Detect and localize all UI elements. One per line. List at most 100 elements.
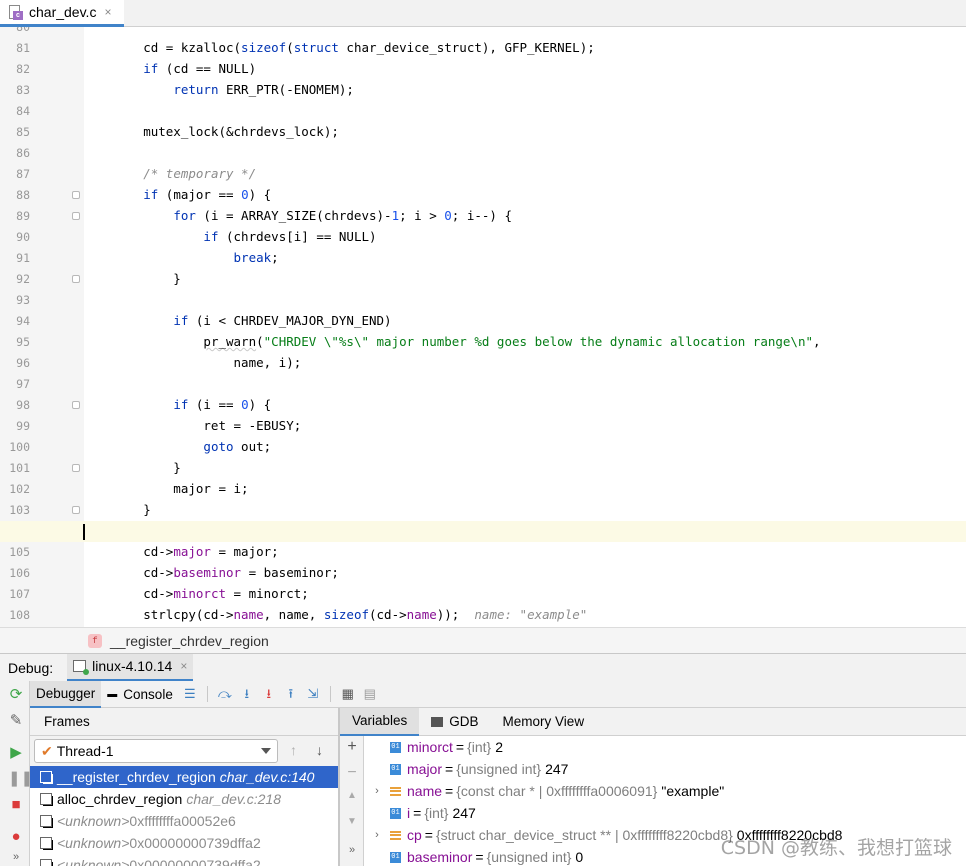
fold-marker-icon[interactable] — [72, 212, 80, 220]
pause-icon[interactable]: ❚❚ — [8, 771, 33, 787]
arrow-down-icon[interactable]: ↓ — [316, 742, 323, 758]
line-number[interactable]: 89 — [0, 209, 30, 223]
code-line[interactable]: if (i == 0) { — [83, 394, 271, 415]
code-line[interactable]: for (i = ARRAY_SIZE(chrdevs)-1; i > 0; i… — [83, 205, 512, 226]
line-number[interactable]: 91 — [0, 251, 30, 265]
step-out-icon[interactable]: ⭱ — [283, 686, 299, 702]
line-number[interactable]: 97 — [0, 377, 30, 391]
code-editor[interactable]: 80 81 82 83 84 85 86 87 88 89 90 91 92 93 94 95 96 97 98 99… — [0, 27, 966, 627]
lines-icon[interactable]: ☰ — [182, 686, 198, 702]
line-number[interactable]: 103 — [0, 503, 30, 517]
more-icon[interactable]: » — [8, 849, 24, 865]
line-number[interactable]: 98 — [0, 398, 30, 412]
evaluate-icon[interactable]: ▦ — [340, 686, 356, 702]
tab-debugger[interactable]: Debugger — [30, 680, 102, 708]
code-line[interactable]: } — [83, 499, 151, 520]
tab-console[interactable]: ▬ Console — [101, 681, 179, 708]
frame-item[interactable]: alloc_chrdev_region char_dev.c:218 — [30, 788, 338, 810]
variable-row[interactable]: › name = {const char * | 0xffffffffa0006091… — [364, 780, 966, 802]
line-number[interactable]: 86 — [0, 146, 30, 160]
line-number[interactable]: 87 — [0, 167, 30, 181]
line-number[interactable]: 95 — [0, 335, 30, 349]
line-number[interactable]: 88 — [0, 188, 30, 202]
line-number[interactable]: 94 — [0, 314, 30, 328]
code-line[interactable]: /* temporary */ — [83, 163, 256, 184]
move-up-icon[interactable]: ▲ — [345, 790, 359, 801]
code-line[interactable]: if (chrdevs[i] == NULL) — [83, 226, 376, 247]
breadcrumb[interactable]: f __register_chrdev_region — [0, 627, 966, 653]
line-number[interactable]: 108 — [0, 608, 30, 622]
tab-gdb[interactable]: GDB — [419, 708, 490, 736]
code-line[interactable]: break; — [83, 247, 279, 268]
code-line[interactable]: ret = -EBUSY; — [83, 415, 301, 436]
rerun-icon[interactable]: ⟳ — [8, 687, 24, 703]
code-line[interactable]: major = i; — [83, 478, 248, 499]
fold-marker-icon[interactable] — [72, 506, 80, 514]
code-line[interactable]: if (cd == NULL) — [83, 58, 256, 79]
view-breakpoints-icon[interactable]: ● — [8, 829, 24, 845]
arrow-up-icon[interactable]: ↑ — [290, 742, 297, 758]
line-number[interactable]: 101 — [0, 461, 30, 475]
line-number[interactable]: 84 — [0, 104, 30, 118]
line-number[interactable]: 93 — [0, 293, 30, 307]
code-line[interactable]: strlcpy(cd->name, name, sizeof(cd->name)… — [83, 604, 587, 625]
code-line[interactable]: cd = kzalloc(sizeof(struct char_device_s… — [83, 37, 595, 58]
step-into-icon[interactable]: ⭳ — [239, 686, 255, 702]
line-number[interactable]: 90 — [0, 230, 30, 244]
fold-marker-icon[interactable] — [72, 275, 80, 283]
code-line[interactable]: mutex_lock(&chrdevs_lock); — [83, 121, 339, 142]
line-number[interactable]: 80 — [0, 27, 30, 34]
code-line[interactable]: return ERR_PTR(-ENOMEM); — [83, 79, 354, 100]
code-line[interactable]: } — [83, 268, 181, 289]
frame-item[interactable]: <unknown> 0x00000000739dffa2 — [30, 832, 338, 854]
close-icon[interactable]: × — [180, 659, 187, 673]
line-number[interactable]: 99 — [0, 419, 30, 433]
code-line[interactable]: pr_warn("CHRDEV \"%s\" major number %d g… — [83, 331, 820, 352]
line-number[interactable]: 96 — [0, 356, 30, 370]
code-line[interactable]: name, i); — [83, 352, 302, 373]
resume-icon[interactable]: ▶ — [8, 745, 24, 761]
close-icon[interactable]: × — [104, 5, 111, 19]
editor-tab-char-dev[interactable]: c char_dev.c × — [0, 0, 124, 27]
tab-memory-view[interactable]: Memory View — [491, 708, 597, 736]
code-line[interactable]: if (major == 0) { — [83, 184, 271, 205]
code-line[interactable]: } — [83, 457, 181, 478]
code-line[interactable]: cd->major = major; — [83, 541, 278, 562]
fold-marker-icon[interactable] — [72, 191, 80, 199]
breadcrumb-function[interactable]: __register_chrdev_region — [110, 633, 269, 649]
add-watch-icon[interactable]: + — [345, 738, 359, 756]
code-line[interactable]: if (i < CHRDEV_MAJOR_DYN_END) — [83, 310, 391, 331]
frame-item[interactable]: <unknown> 0xffffffffa00052e6 — [30, 810, 338, 832]
layout-icon[interactable]: ▤ — [362, 686, 378, 702]
move-down-icon[interactable]: ▼ — [345, 816, 359, 827]
variable-row[interactable]: 01 minorct = {int} 2 — [364, 736, 966, 758]
remove-watch-icon[interactable]: − — [345, 764, 359, 782]
tab-variables[interactable]: Variables — [340, 707, 420, 736]
code-line[interactable]: cd->baseminor = baseminor; — [83, 562, 339, 583]
code-line[interactable]: cd->minorct = minorct; — [83, 583, 309, 604]
line-number[interactable]: 82 — [0, 62, 30, 76]
line-number[interactable]: 83 — [0, 83, 30, 97]
settings-wrench-icon[interactable]: ✎ — [8, 713, 24, 729]
step-over-icon[interactable]: ⤼ — [217, 686, 233, 702]
more-icon[interactable]: » — [345, 844, 359, 856]
chevron-right-icon[interactable]: › — [364, 829, 390, 841]
variable-row[interactable]: 01 i = {int} 247 — [364, 802, 966, 824]
chevron-right-icon[interactable]: › — [364, 785, 390, 797]
line-number[interactable]: 106 — [0, 566, 30, 580]
frame-item[interactable]: __register_chrdev_region char_dev.c:140 — [30, 766, 338, 788]
debug-session-tab[interactable]: linux-4.10.14 × — [67, 653, 194, 682]
line-number[interactable]: 102 — [0, 482, 30, 496]
thread-select[interactable]: ✔ Thread-1 — [34, 739, 278, 763]
line-number[interactable]: 81 — [0, 41, 30, 55]
line-number[interactable]: 107 — [0, 587, 30, 601]
fold-marker-icon[interactable] — [72, 464, 80, 472]
frame-item[interactable]: <unknown> 0x00000000739dffa2 — [30, 854, 338, 866]
fold-marker-icon[interactable] — [72, 401, 80, 409]
line-number[interactable]: 85 — [0, 125, 30, 139]
line-number[interactable]: 105 — [0, 545, 30, 559]
line-number[interactable]: 92 — [0, 272, 30, 286]
run-to-cursor-icon[interactable]: ⇲ — [305, 686, 321, 702]
line-number[interactable]: 100 — [0, 440, 30, 454]
force-step-into-icon[interactable]: ⭳ — [261, 686, 277, 702]
